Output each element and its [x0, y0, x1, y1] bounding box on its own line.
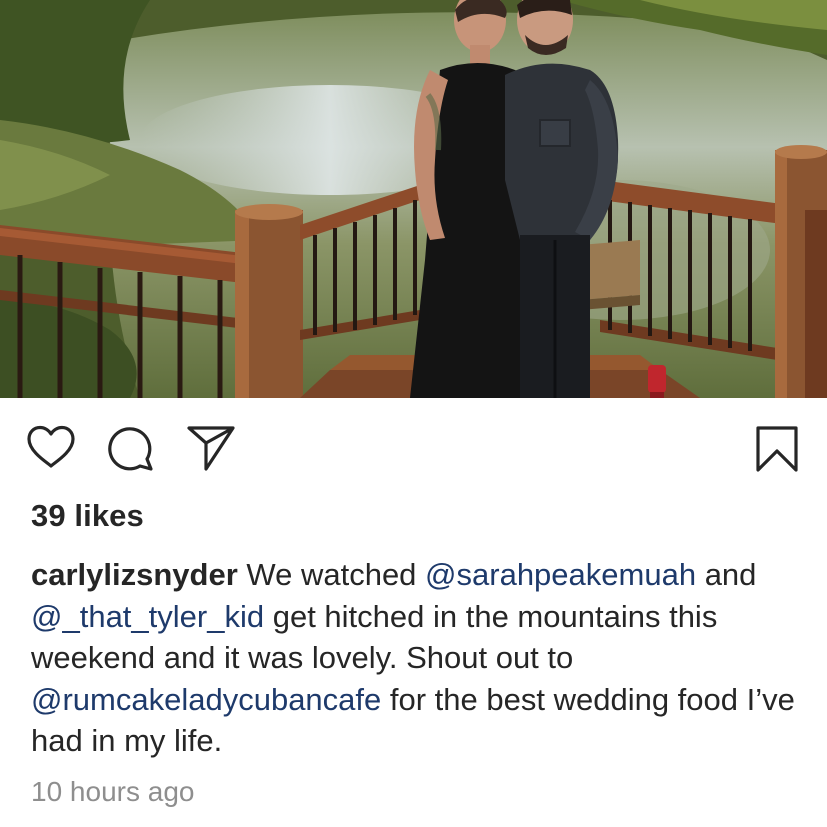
save-button[interactable]: [755, 425, 799, 473]
post-photo-image: [0, 0, 827, 398]
caption-text: We watched: [237, 557, 426, 592]
share-button[interactable]: [186, 425, 236, 471]
post-caption: carlylizsnyder We watched @sarahpeakemua…: [31, 554, 821, 762]
caption-username[interactable]: carlylizsnyder: [31, 557, 238, 592]
mention-link[interactable]: @rumcakeladycubancafe: [31, 682, 381, 717]
comment-button[interactable]: [106, 425, 154, 471]
heart-icon: [27, 425, 75, 468]
paper-plane-icon: [187, 426, 235, 471]
like-count[interactable]: 39 likes: [31, 498, 144, 534]
bookmark-icon: [756, 426, 798, 472]
mention-link[interactable]: @sarahpeakemuah: [425, 557, 696, 592]
post-timestamp: 10 hours ago: [31, 776, 195, 807]
comment-bubble-icon: [108, 427, 153, 471]
caption-text: and: [696, 557, 757, 592]
mention-link[interactable]: @_that_tyler_kid: [31, 599, 264, 634]
post-photo[interactable]: [0, 0, 827, 398]
like-button[interactable]: [26, 425, 76, 469]
